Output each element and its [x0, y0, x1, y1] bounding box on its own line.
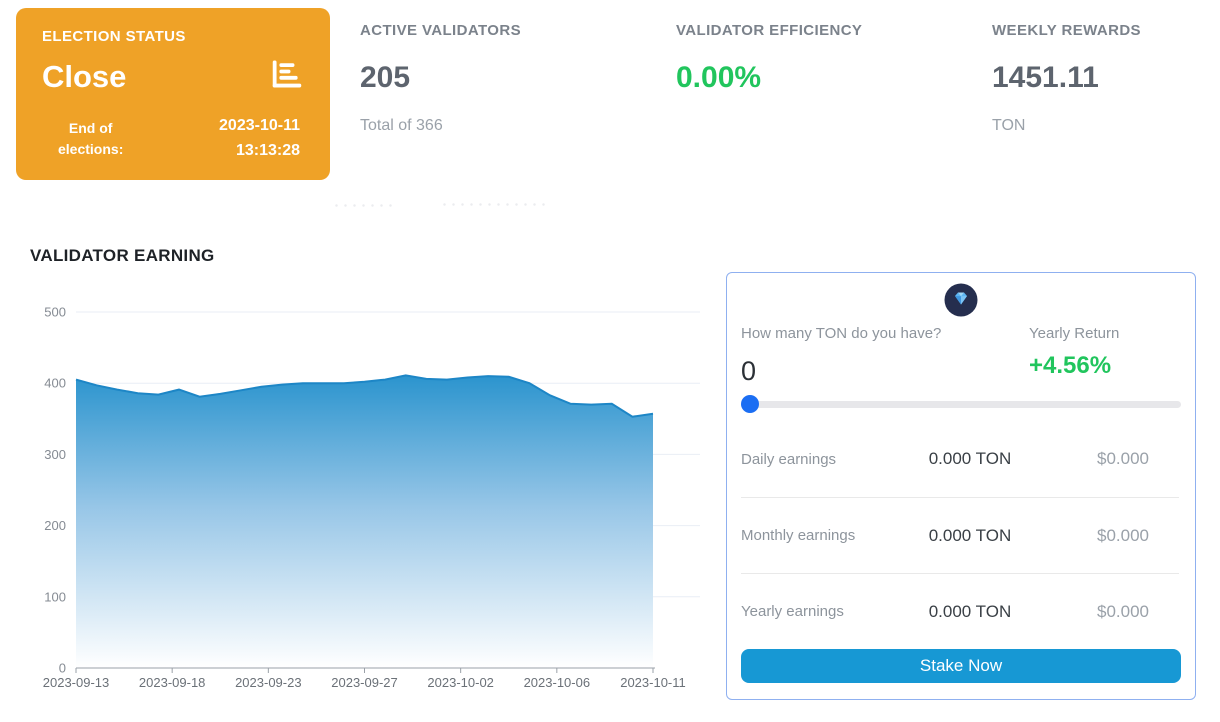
y-tick-label: 300	[44, 447, 66, 462]
row-label: Daily earnings	[741, 451, 899, 468]
y-tick-label: 200	[44, 518, 66, 533]
bar-chart-icon	[268, 55, 306, 98]
stat-subtext: Total of 366	[360, 117, 521, 135]
stat-active-validators: ACTIVE VALIDATORS 205 Total of 366	[360, 22, 521, 135]
y-tick-label: 0	[59, 661, 66, 676]
monthly-earnings-row: Monthly earnings 0.000 TON $0.000	[741, 497, 1179, 573]
yearly-return-value: +4.56%	[1029, 352, 1179, 380]
end-of-elections-datetime: 2023-10-11 13:13:28	[219, 114, 300, 164]
chart-title: VALIDATOR EARNING	[30, 246, 215, 266]
x-tick-label: 2023-09-23	[235, 675, 302, 690]
x-tick-label: 2023-10-11	[620, 675, 686, 690]
validator-earning-chart[interactable]: 0 100 200 300 400 500 2023-09-13 2023-09-18 2023…	[0, 300, 710, 710]
election-status-value: Close	[42, 59, 126, 95]
x-tick-label: 2023-10-02	[427, 675, 494, 690]
row-usd-value: $0.000	[1041, 449, 1149, 469]
stake-now-button[interactable]: Stake Now	[741, 649, 1181, 683]
y-tick-label: 500	[44, 305, 66, 320]
stat-label: VALIDATOR EFFICIENCY	[676, 22, 862, 39]
x-tick-label: 2023-10-06	[524, 675, 591, 690]
election-status-title: ELECTION STATUS	[42, 28, 306, 45]
calc-left-column: How many TON do you have? 0	[741, 325, 941, 387]
yearly-earnings-row: Yearly earnings 0.000 TON $0.000	[741, 573, 1179, 649]
x-tick-label: 2023-09-18	[139, 675, 206, 690]
row-ton-value: 0.000 TON	[899, 449, 1041, 469]
stat-label: ACTIVE VALIDATORS	[360, 22, 521, 39]
staking-calculator-panel: How many TON do you have? 0 Yearly Retur…	[726, 272, 1196, 700]
x-tick-label: 2023-09-13	[43, 675, 110, 690]
ton-amount-input[interactable]: 0	[741, 356, 941, 387]
row-ton-value: 0.000 TON	[899, 602, 1041, 622]
stat-value: 1451.11	[992, 61, 1141, 95]
faint-artifact	[440, 201, 548, 210]
election-status-card: ELECTION STATUS Close End of elections: …	[16, 8, 330, 180]
row-label: Yearly earnings	[741, 603, 899, 620]
y-tick-label: 400	[44, 376, 66, 391]
slider-track[interactable]	[741, 401, 1181, 408]
stat-label: WEEKLY REWARDS	[992, 22, 1141, 39]
yearly-return-block: Yearly Return +4.56%	[1029, 325, 1179, 387]
end-of-elections-label: End of elections:	[58, 118, 123, 160]
daily-earnings-row: Daily earnings 0.000 TON $0.000	[741, 421, 1179, 497]
gem-icon	[944, 283, 978, 317]
row-usd-value: $0.000	[1041, 526, 1149, 546]
stat-validator-efficiency: VALIDATOR EFFICIENCY 0.00%	[676, 22, 862, 95]
ton-amount-slider[interactable]	[741, 395, 1181, 413]
x-tick-label: 2023-09-27	[331, 675, 398, 690]
stat-weekly-rewards: WEEKLY REWARDS 1451.11 TON	[992, 22, 1141, 135]
area-fill	[76, 375, 653, 668]
row-ton-value: 0.000 TON	[899, 526, 1041, 546]
yearly-return-label: Yearly Return	[1029, 325, 1179, 342]
stat-value: 0.00%	[676, 61, 862, 95]
ton-amount-question: How many TON do you have?	[741, 325, 941, 342]
row-label: Monthly earnings	[741, 527, 899, 544]
y-tick-label: 100	[44, 589, 66, 604]
dashboard: ELECTION STATUS Close End of elections: …	[0, 0, 1220, 722]
faint-artifact	[332, 202, 398, 211]
slider-thumb[interactable]	[741, 395, 759, 413]
row-usd-value: $0.000	[1041, 602, 1149, 622]
stat-value: 205	[360, 61, 521, 95]
stat-subtext: TON	[992, 117, 1141, 135]
